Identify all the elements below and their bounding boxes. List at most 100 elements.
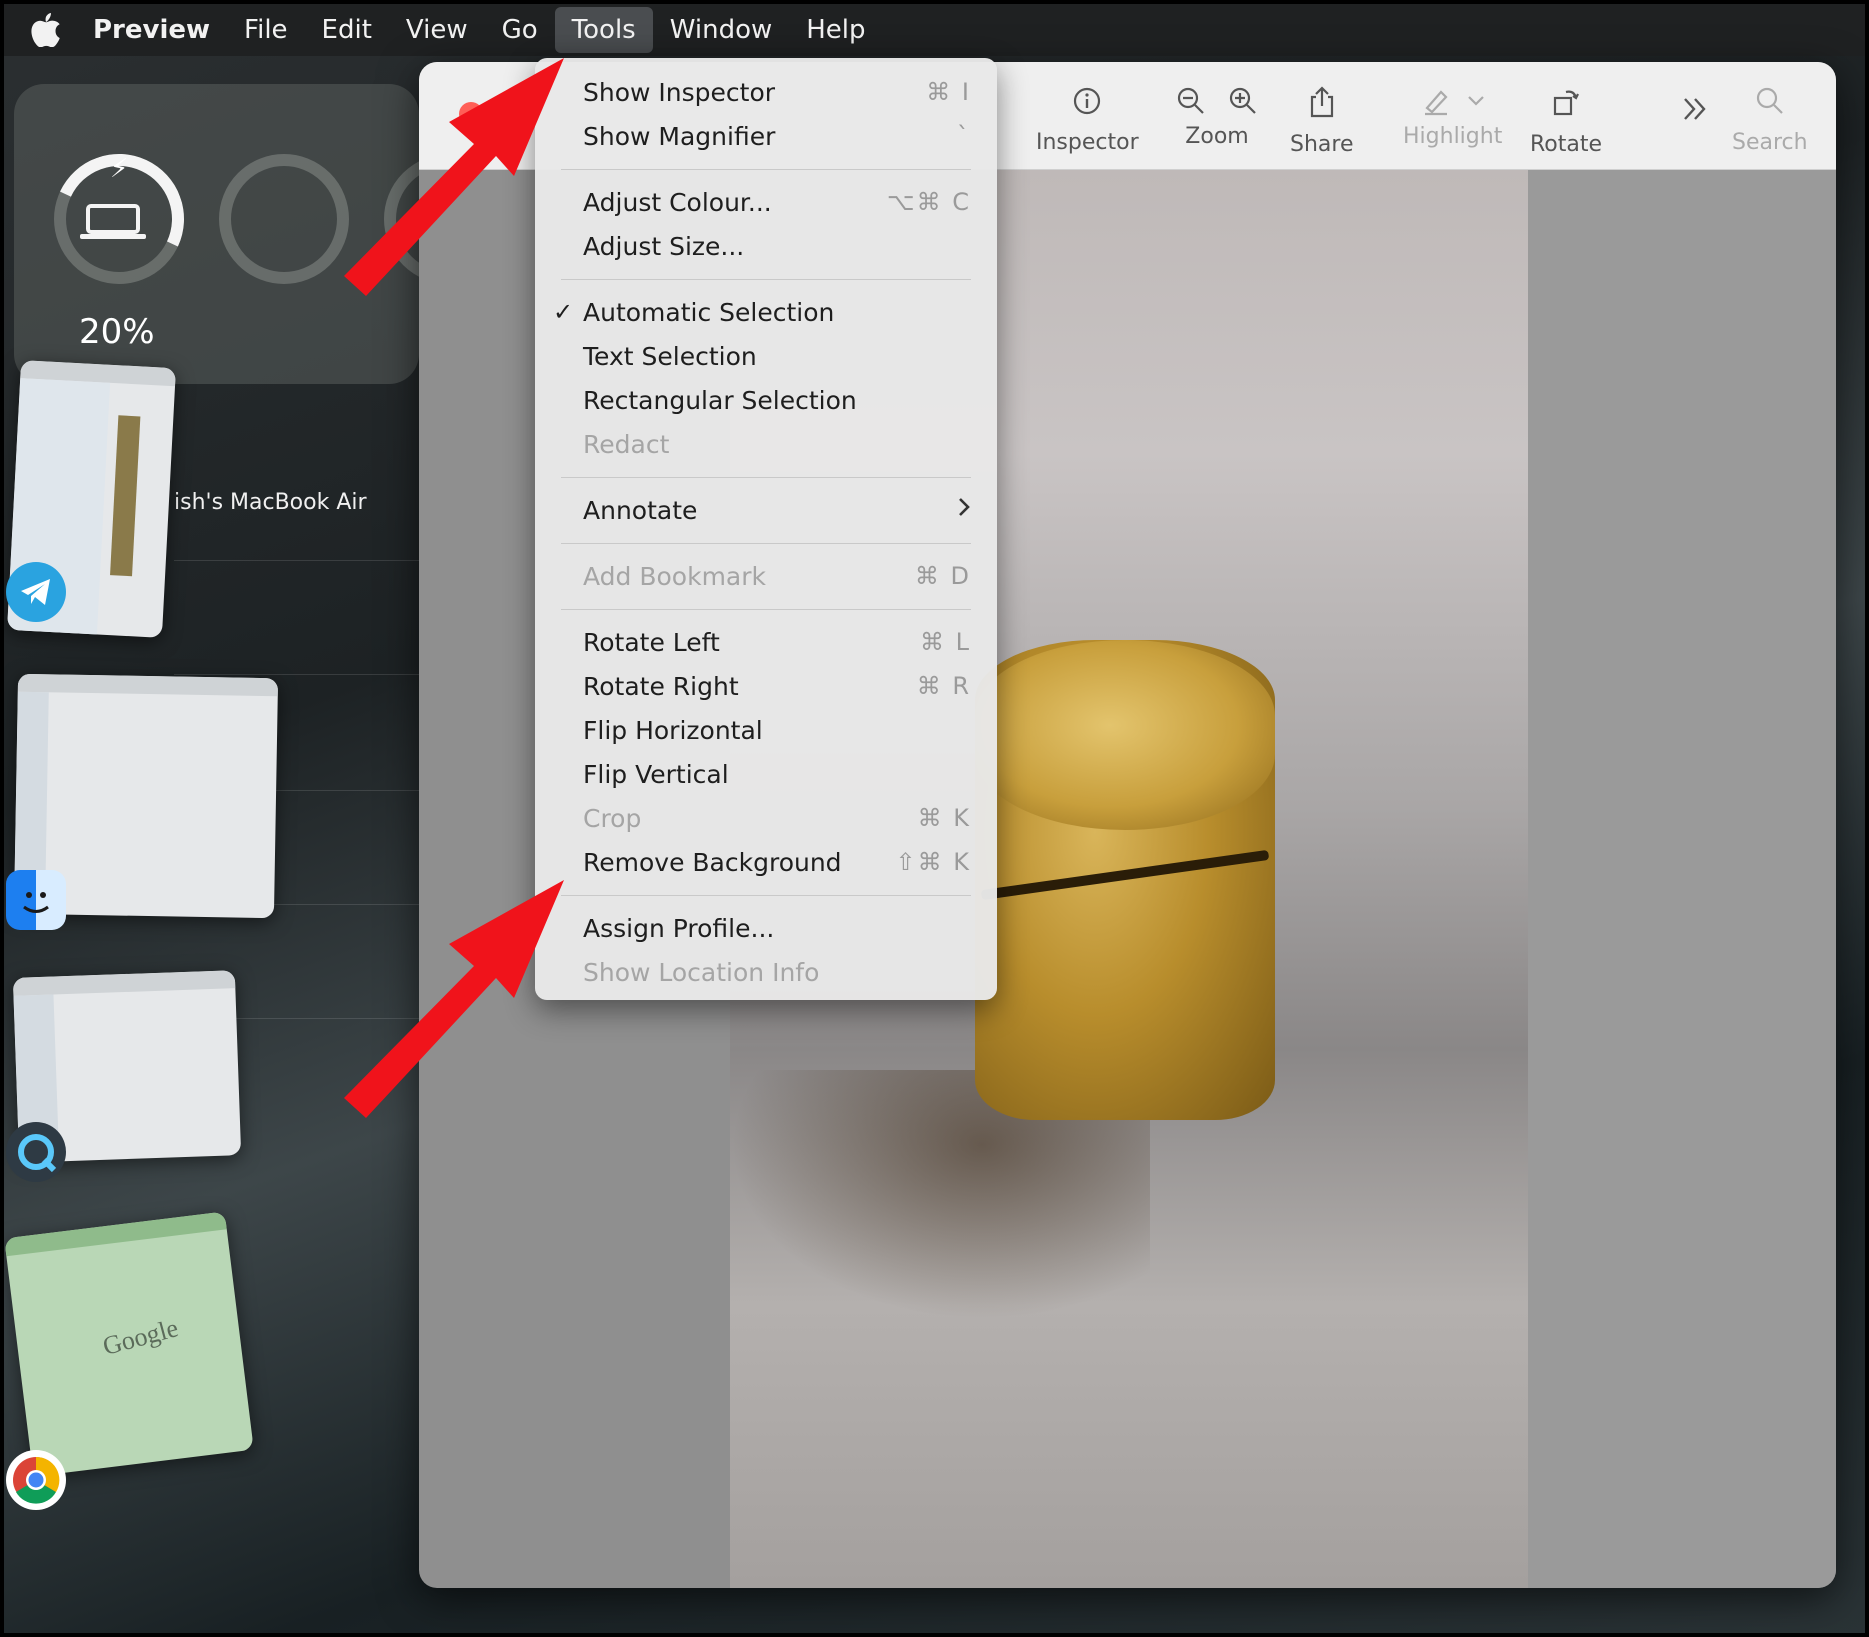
menu-item-label: Adjust Colour... bbox=[583, 187, 772, 217]
menu-item-rectangular-selection[interactable]: Rectangular Selection bbox=[535, 378, 997, 422]
canvas-background bbox=[1528, 170, 1836, 1588]
menu-app-name[interactable]: Preview bbox=[76, 7, 227, 53]
menu-item-flip-horizontal[interactable]: Flip Horizontal bbox=[535, 708, 997, 752]
menu-item-show-magnifier[interactable]: Show Magnifier ` bbox=[535, 114, 997, 158]
menu-item-label: Text Selection bbox=[583, 341, 757, 371]
menu-item-adjust-size[interactable]: Adjust Size... bbox=[535, 224, 997, 268]
rotate-icon bbox=[1550, 86, 1582, 124]
highlight-label: Highlight bbox=[1403, 124, 1503, 149]
menu-item-rotate-right[interactable]: Rotate Right ⌘ R bbox=[535, 664, 997, 708]
menu-item-label: Rectangular Selection bbox=[583, 385, 857, 415]
battery-widget: ⚡ bbox=[14, 84, 514, 384]
share-button[interactable]: Share bbox=[1290, 86, 1354, 157]
menu-item-crop: Crop ⌘ K bbox=[535, 796, 997, 840]
menu-item-label: Adjust Size... bbox=[583, 231, 745, 261]
menu-item-rotate-left[interactable]: Rotate Left ⌘ L bbox=[535, 620, 997, 664]
menu-view[interactable]: View bbox=[389, 7, 485, 53]
jar-lid bbox=[975, 640, 1275, 830]
info-icon bbox=[1072, 86, 1102, 122]
share-label: Share bbox=[1290, 132, 1354, 157]
chevron-right-icon bbox=[957, 495, 971, 525]
menu-item-label: Show Magnifier bbox=[583, 121, 776, 151]
zoom-out-icon bbox=[1177, 87, 1204, 114]
menu-item-shortcut: ` bbox=[957, 122, 971, 150]
zoom-label: Zoom bbox=[1185, 124, 1249, 149]
double-chevron-right-icon bbox=[1681, 96, 1709, 128]
menu-item-shortcut: ⌘ I bbox=[926, 78, 971, 106]
charging-bolt-icon: ⚡ bbox=[110, 154, 129, 184]
zoom-buttons[interactable]: Zoom bbox=[1176, 86, 1258, 149]
menu-item-show-inspector[interactable]: Show Inspector ⌘ I bbox=[535, 70, 997, 114]
inspector-label: Inspector bbox=[1036, 130, 1139, 155]
rotate-label: Rotate bbox=[1530, 132, 1603, 157]
menu-item-label: Show Location Info bbox=[583, 957, 820, 987]
menu-item-label: Annotate bbox=[583, 495, 698, 525]
battery-percent: 20% bbox=[79, 312, 155, 352]
thumb-bar bbox=[17, 673, 279, 697]
menu-file[interactable]: File bbox=[227, 7, 305, 53]
more-tools-button[interactable] bbox=[1681, 96, 1709, 128]
thumb-bar bbox=[12, 970, 236, 996]
menu-item-assign-profile[interactable]: Assign Profile... bbox=[535, 906, 997, 950]
zoom-icons bbox=[1176, 86, 1258, 116]
search-button[interactable]: Search bbox=[1732, 86, 1808, 155]
chrome-icon[interactable] bbox=[6, 1450, 66, 1510]
screen: Preview File Edit View Go Tools Window H… bbox=[4, 4, 1865, 1633]
telegram-icon[interactable] bbox=[6, 562, 66, 622]
highlight-icons bbox=[1421, 86, 1485, 116]
search-label: Search bbox=[1732, 130, 1808, 155]
rotate-button[interactable]: Rotate bbox=[1530, 86, 1602, 157]
menu-item-label: Crop bbox=[583, 803, 642, 833]
empty-ring bbox=[219, 154, 349, 284]
zoom-in-icon bbox=[1229, 87, 1256, 114]
menu-separator bbox=[561, 279, 971, 280]
divider bbox=[174, 560, 419, 561]
chevron-down-icon bbox=[1467, 96, 1484, 106]
apple-icon[interactable] bbox=[16, 13, 76, 47]
divider bbox=[174, 674, 419, 675]
menu-window[interactable]: Window bbox=[653, 7, 790, 53]
menu-bar: Preview File Edit View Go Tools Window H… bbox=[4, 4, 1865, 56]
thumb-bar bbox=[4, 1211, 227, 1257]
menu-edit[interactable]: Edit bbox=[305, 7, 389, 53]
menu-item-label: Flip Horizontal bbox=[583, 715, 763, 745]
menu-item-label: Rotate Left bbox=[583, 627, 720, 657]
quicktime-icon[interactable] bbox=[6, 1122, 66, 1182]
menu-item-automatic-selection[interactable]: ✓ Automatic Selection bbox=[535, 290, 997, 334]
menu-item-label: Remove Background bbox=[583, 847, 842, 877]
menu-item-annotate[interactable]: Annotate bbox=[535, 488, 997, 532]
menu-separator bbox=[561, 543, 971, 544]
menu-help[interactable]: Help bbox=[789, 7, 882, 53]
menu-separator bbox=[561, 609, 971, 610]
menu-tools[interactable]: Tools bbox=[554, 7, 653, 53]
finder-icon[interactable] bbox=[6, 870, 66, 930]
pen-icon bbox=[1424, 90, 1448, 116]
menu-item-shortcut: ⌘ D bbox=[914, 562, 971, 590]
menu-item-shortcut: ⌘ L bbox=[920, 628, 971, 656]
menu-separator bbox=[561, 895, 971, 896]
inspector-button[interactable]: Inspector bbox=[1036, 86, 1139, 155]
close-window-button[interactable] bbox=[459, 102, 483, 126]
menu-item-flip-vertical[interactable]: Flip Vertical bbox=[535, 752, 997, 796]
menu-item-add-bookmark: Add Bookmark ⌘ D bbox=[535, 554, 997, 598]
chrome-window-thumbnail[interactable]: Google bbox=[4, 1211, 254, 1477]
highlight-button[interactable]: Highlight bbox=[1403, 86, 1502, 149]
menu-go[interactable]: Go bbox=[485, 7, 555, 53]
tools-menu: Show Inspector ⌘ I Show Magnifier ` Adjust… bbox=[535, 58, 997, 1000]
device-label: ish's MacBook Air bbox=[174, 490, 367, 515]
menu-item-remove-background[interactable]: Remove Background ⇧⌘ K bbox=[535, 840, 997, 884]
menu-separator bbox=[561, 477, 971, 478]
menu-item-shortcut: ⌥⌘ C bbox=[886, 188, 971, 216]
search-icon bbox=[1755, 86, 1785, 122]
menu-item-label: Assign Profile... bbox=[583, 913, 775, 943]
menu-item-shortcut: ⇧⌘ K bbox=[895, 848, 971, 876]
menu-item-label: Flip Vertical bbox=[583, 759, 729, 789]
menu-item-shortcut: ⌘ K bbox=[917, 804, 971, 832]
menu-item-label: Redact bbox=[583, 429, 670, 459]
menu-item-adjust-colour[interactable]: Adjust Colour... ⌥⌘ C bbox=[535, 180, 997, 224]
menu-item-text-selection[interactable]: Text Selection bbox=[535, 334, 997, 378]
checkmark-icon: ✓ bbox=[553, 298, 574, 326]
menu-item-shortcut: ⌘ R bbox=[916, 672, 971, 700]
menu-separator bbox=[561, 169, 971, 170]
menu-item-label: Show Inspector bbox=[583, 77, 776, 107]
